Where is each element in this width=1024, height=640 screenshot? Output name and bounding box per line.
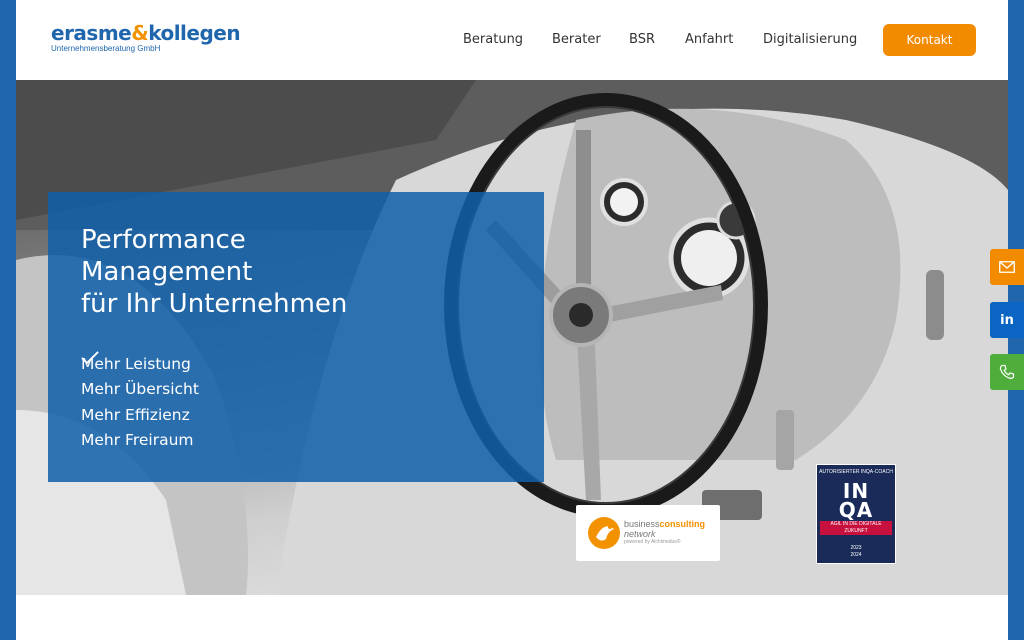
benefit-list: Mehr Leistung Mehr Übersicht Mehr Effizi…: [81, 351, 199, 453]
inqa-logo: IN QA: [838, 479, 874, 522]
side-phone-button[interactable]: [990, 354, 1024, 390]
side-mail-button[interactable]: [990, 249, 1024, 285]
site-header: erasme&kollegen Unternehmensberatung Gmb…: [16, 0, 1008, 80]
hero-section: Performance Management für Ihr Unternehm…: [16, 80, 1008, 595]
benefit-item: Mehr Freiraum: [81, 351, 199, 454]
nav-item-beratung[interactable]: Beratung: [463, 30, 523, 50]
nav-item-bsr[interactable]: BSR: [629, 30, 655, 50]
main-nav: Beratung Berater BSR Anfahrt Digitalisie…: [16, 30, 1008, 50]
check-icon: [81, 351, 99, 365]
hero-title: Performance Management für Ihr Unternehm…: [81, 224, 521, 320]
inqa-badge-caption: AUTORISIERTER INQA-COACH: [819, 469, 893, 475]
mail-icon: [999, 261, 1015, 273]
benefit-item: Mehr Übersicht: [81, 351, 199, 403]
bcn-logo-icon: [588, 517, 620, 549]
inqa-ribbon: AGIL IN DIE DIGITALE ZUKUNFT: [820, 521, 892, 535]
bcn-text: businessconsulting network powered by Al…: [624, 519, 705, 546]
benefit-item: Mehr Effizienz: [81, 351, 199, 428]
bcn-powered-by: powered by Alchimedus®: [624, 539, 681, 545]
hero-overlay-box: Performance Management für Ihr Unternehm…: [48, 192, 544, 482]
phone-icon: [999, 364, 1015, 379]
inqa-years: 2023 2024: [850, 545, 862, 558]
hero-title-line: Management: [81, 257, 253, 287]
page: erasme&kollegen Unternehmensberatung Gmb…: [16, 0, 1008, 640]
bcn-title: businessconsulting: [624, 519, 706, 529]
hero-title-line: Performance: [81, 225, 246, 255]
linkedin-icon: in: [1000, 312, 1014, 328]
benefit-label: Mehr Effizienz: [81, 405, 190, 424]
side-linkedin-button[interactable]: in: [990, 302, 1024, 338]
benefit-label: Mehr Freiraum: [81, 431, 194, 450]
nav-item-digitalisierung[interactable]: Digitalisierung: [763, 30, 857, 50]
contact-button[interactable]: Kontakt: [883, 24, 976, 56]
benefit-label: Mehr Übersicht: [81, 380, 199, 399]
bcn-subtitle: network: [624, 529, 656, 539]
inqa-coach-badge[interactable]: AUTORISIERTER INQA-COACH IN QA AGIL IN D…: [816, 464, 896, 564]
nav-item-anfahrt[interactable]: Anfahrt: [685, 30, 733, 50]
nav-item-berater[interactable]: Berater: [552, 30, 601, 50]
business-consulting-network-badge[interactable]: businessconsulting network powered by Al…: [576, 505, 720, 561]
hero-title-line: für Ihr Unternehmen: [81, 289, 348, 319]
